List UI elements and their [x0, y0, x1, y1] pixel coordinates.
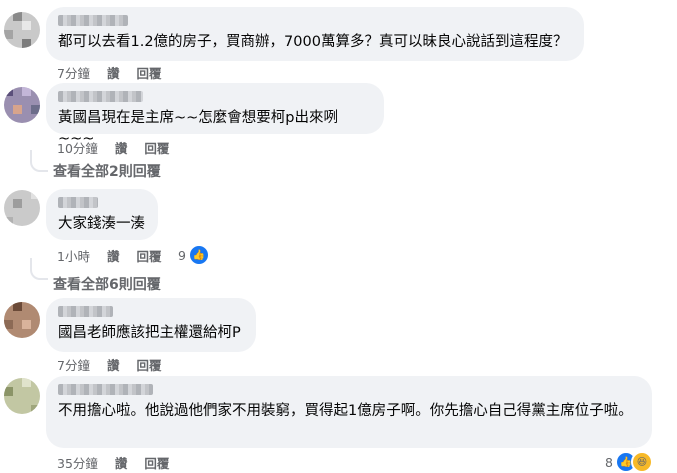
- commenter-name[interactable]: [58, 15, 128, 26]
- view-all-replies-link[interactable]: 查看全部6則回覆: [53, 274, 161, 294]
- like-button[interactable]: 讚: [115, 456, 128, 471]
- reaction-summary[interactable]: 8 👍 😆: [605, 451, 653, 473]
- thread-line: [30, 150, 48, 172]
- commenter-name[interactable]: [58, 91, 143, 102]
- avatar[interactable]: [4, 190, 40, 226]
- comment-bubble: 不用擔心啦。他說過他們家不用裝窮，買得起1億房子啊。你先擔心自己得黨主席位子啦。: [46, 376, 652, 448]
- haha-icon: 😆: [630, 451, 653, 473]
- comment-bubble: 黃國昌現在是主席~~怎麼會想要柯p出來咧~~~: [46, 83, 384, 147]
- avatar[interactable]: [4, 12, 40, 48]
- like-button[interactable]: 讚: [107, 249, 120, 264]
- comment-actions: 1小時 讚 回覆: [57, 246, 178, 265]
- like-button[interactable]: 讚: [107, 358, 120, 373]
- reaction-count: 9: [178, 247, 186, 263]
- avatar[interactable]: [4, 302, 40, 338]
- comment-bubble: 大家錢湊一湊: [46, 189, 158, 240]
- like-icon: 👍: [187, 244, 210, 266]
- comment-text: 都可以去看1.2億的房子，買商辦，7000萬算多？真可以昧良心說話到這程度？: [58, 34, 568, 50]
- like-button[interactable]: 讚: [115, 141, 128, 156]
- comment-actions: 10分鐘 讚 回覆: [57, 138, 186, 157]
- comment-text: 大家錢湊一湊: [58, 216, 145, 232]
- commenter-name[interactable]: [58, 306, 113, 317]
- comment-bubble: 國昌老師應該把主權還給柯P: [46, 298, 256, 352]
- comment-time[interactable]: 7分鐘: [57, 358, 90, 373]
- reply-button[interactable]: 回覆: [144, 456, 169, 471]
- reply-button[interactable]: 回覆: [136, 66, 161, 81]
- reply-button[interactable]: 回覆: [136, 358, 161, 373]
- avatar[interactable]: [4, 87, 40, 123]
- comment-text: 不用擔心啦。他說過他們家不用裝窮，買得起1億房子啊。你先擔心自己得黨主席位子啦。: [58, 403, 633, 419]
- thread-line: [30, 258, 48, 280]
- comment-text: 國昌老師應該把主權還給柯P: [58, 325, 241, 341]
- comment-time[interactable]: 1小時: [57, 249, 90, 264]
- commenter-name[interactable]: [58, 197, 98, 208]
- comment-time[interactable]: 35分鐘: [57, 456, 98, 471]
- reply-button[interactable]: 回覆: [136, 249, 161, 264]
- comment-actions: 7分鐘 讚 回覆: [57, 63, 178, 82]
- view-all-replies-link[interactable]: 查看全部2則回覆: [53, 161, 161, 181]
- reaction-summary[interactable]: 9 👍: [178, 244, 210, 266]
- commenter-name[interactable]: [58, 384, 153, 395]
- reply-button[interactable]: 回覆: [144, 141, 169, 156]
- comment-bubble: 都可以去看1.2億的房子，買商辦，7000萬算多？真可以昧良心說話到這程度？: [46, 7, 584, 61]
- comment-time[interactable]: 10分鐘: [57, 141, 98, 156]
- comment-time[interactable]: 7分鐘: [57, 66, 90, 81]
- comment-actions: 35分鐘 讚 回覆: [57, 453, 186, 472]
- avatar[interactable]: [4, 378, 40, 414]
- comment-actions: 7分鐘 讚 回覆: [57, 355, 178, 374]
- like-button[interactable]: 讚: [107, 66, 120, 81]
- reaction-count: 8: [605, 454, 613, 470]
